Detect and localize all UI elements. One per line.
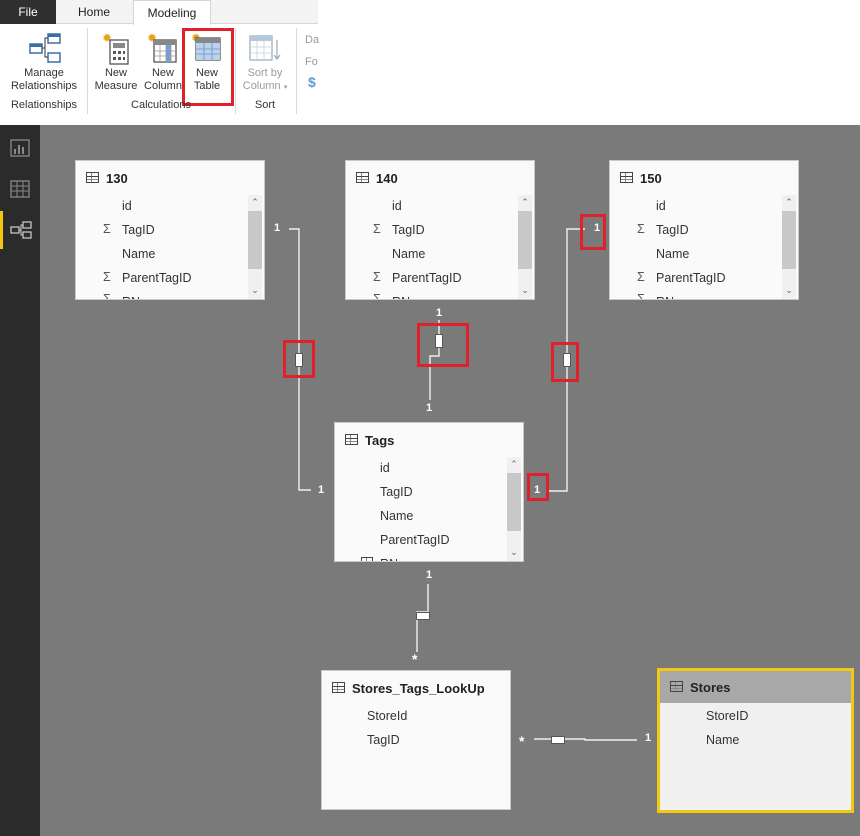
field-parenttagid[interactable]: ParentTagID xyxy=(392,271,461,285)
highlight-box xyxy=(527,473,549,501)
field-name[interactable]: Name xyxy=(706,733,739,747)
scroll-down-icon[interactable]: ⌄ xyxy=(507,547,521,558)
table-title: Stores_Tags_LookUp xyxy=(352,681,485,696)
table-title: 150 xyxy=(640,171,662,186)
field-tagid[interactable]: TagID xyxy=(380,485,413,499)
table-icon xyxy=(345,434,358,445)
table-title: Tags xyxy=(365,433,395,448)
table-icon xyxy=(361,557,373,561)
cardinality-one: 1 xyxy=(436,307,443,319)
table-card-130[interactable]: 130 id Σ TagID Name Σ ParentTagID Σ RN ⌃… xyxy=(75,160,265,300)
table-header: Tags xyxy=(335,423,523,457)
field-id[interactable]: id xyxy=(392,199,402,213)
scrollbar-thumb[interactable] xyxy=(248,211,262,269)
field-tagid[interactable]: TagID xyxy=(367,733,400,747)
field-tagid[interactable]: TagID xyxy=(656,223,689,237)
table-icon xyxy=(332,682,345,693)
scrollbar-thumb[interactable] xyxy=(518,211,532,269)
table-card-stores-tags-lookup[interactable]: Stores_Tags_LookUp StoreId TagID xyxy=(321,670,511,810)
table-icon xyxy=(86,172,99,183)
field-tagid[interactable]: TagID xyxy=(122,223,155,237)
table-card-140[interactable]: 140 id Σ TagID Name Σ ParentTagID Σ RN ⌃… xyxy=(345,160,535,300)
table-header: 130 xyxy=(76,161,264,195)
sigma-icon: Σ xyxy=(373,222,381,236)
field-rn[interactable]: RN xyxy=(380,557,398,561)
sigma-icon: Σ xyxy=(103,222,111,236)
field-parenttagid[interactable]: ParentTagID xyxy=(380,533,449,547)
scroll-down-icon[interactable]: ⌄ xyxy=(782,285,796,296)
field-parenttagid[interactable]: ParentTagID xyxy=(122,271,191,285)
field-storeid[interactable]: StoreID xyxy=(706,709,748,723)
highlight-box xyxy=(283,340,315,378)
field-id[interactable]: id xyxy=(656,199,666,213)
scroll-down-icon[interactable]: ⌄ xyxy=(518,285,532,296)
table-icon xyxy=(670,681,683,692)
scroll-up-icon[interactable]: ⌃ xyxy=(518,197,532,208)
relationship-line-lookup-stores xyxy=(534,738,637,741)
scroll-up-icon[interactable]: ⌃ xyxy=(248,197,262,208)
table-card-stores[interactable]: Stores StoreID Name xyxy=(657,668,854,813)
cardinality-many: * xyxy=(519,733,525,749)
cardinality-one: 1 xyxy=(426,402,433,414)
sigma-icon: Σ xyxy=(103,292,111,300)
cardinality-many: * xyxy=(412,651,418,667)
highlight-box xyxy=(551,342,579,382)
field-id[interactable]: id xyxy=(380,461,390,475)
field-name[interactable]: Name xyxy=(392,247,425,261)
table-title: Stores xyxy=(690,680,731,695)
cardinality-one: 1 xyxy=(274,222,281,234)
scroll-up-icon[interactable]: ⌃ xyxy=(782,197,796,208)
highlight-box xyxy=(580,214,606,250)
table-header: Stores xyxy=(660,671,851,703)
field-id[interactable]: id xyxy=(122,199,132,213)
table-header: 140 xyxy=(346,161,534,195)
table-icon xyxy=(620,172,633,183)
table-header: 150 xyxy=(610,161,798,195)
field-name[interactable]: Name xyxy=(122,247,155,261)
field-name[interactable]: Name xyxy=(656,247,689,261)
sigma-icon: Σ xyxy=(637,270,645,284)
table-header: Stores_Tags_LookUp xyxy=(322,671,510,705)
field-parenttagid[interactable]: ParentTagID xyxy=(656,271,725,285)
scrollbar-thumb[interactable] xyxy=(782,211,796,269)
field-name[interactable]: Name xyxy=(380,509,413,523)
table-title: 140 xyxy=(376,171,398,186)
field-rn[interactable]: RN xyxy=(656,295,674,299)
field-rn[interactable]: RN xyxy=(122,295,140,299)
cardinality-one: 1 xyxy=(645,732,652,744)
sigma-icon: Σ xyxy=(103,270,111,284)
scroll-down-icon[interactable]: ⌄ xyxy=(248,285,262,296)
sigma-icon: Σ xyxy=(637,222,645,236)
sigma-icon: Σ xyxy=(373,292,381,300)
table-title: 130 xyxy=(106,171,128,186)
cross-filter-icon[interactable] xyxy=(551,736,565,744)
field-tagid[interactable]: TagID xyxy=(392,223,425,237)
field-rn[interactable]: RN xyxy=(392,295,410,299)
table-card-150[interactable]: 150 id Σ TagID Name Σ ParentTagID Σ RN ⌃… xyxy=(609,160,799,300)
sigma-icon: Σ xyxy=(373,270,381,284)
field-storeid[interactable]: StoreId xyxy=(367,709,407,723)
cardinality-one: 1 xyxy=(318,484,325,496)
scroll-up-icon[interactable]: ⌃ xyxy=(507,459,521,470)
sigma-icon: Σ xyxy=(637,292,645,300)
cardinality-one: 1 xyxy=(426,569,433,581)
cross-filter-icon[interactable] xyxy=(416,612,430,620)
highlight-box xyxy=(417,323,469,367)
table-icon xyxy=(356,172,369,183)
scrollbar-thumb[interactable] xyxy=(507,473,521,531)
table-card-tags[interactable]: Tags id TagID Name ParentTagID RN ⌃ ⌄ xyxy=(334,422,524,562)
